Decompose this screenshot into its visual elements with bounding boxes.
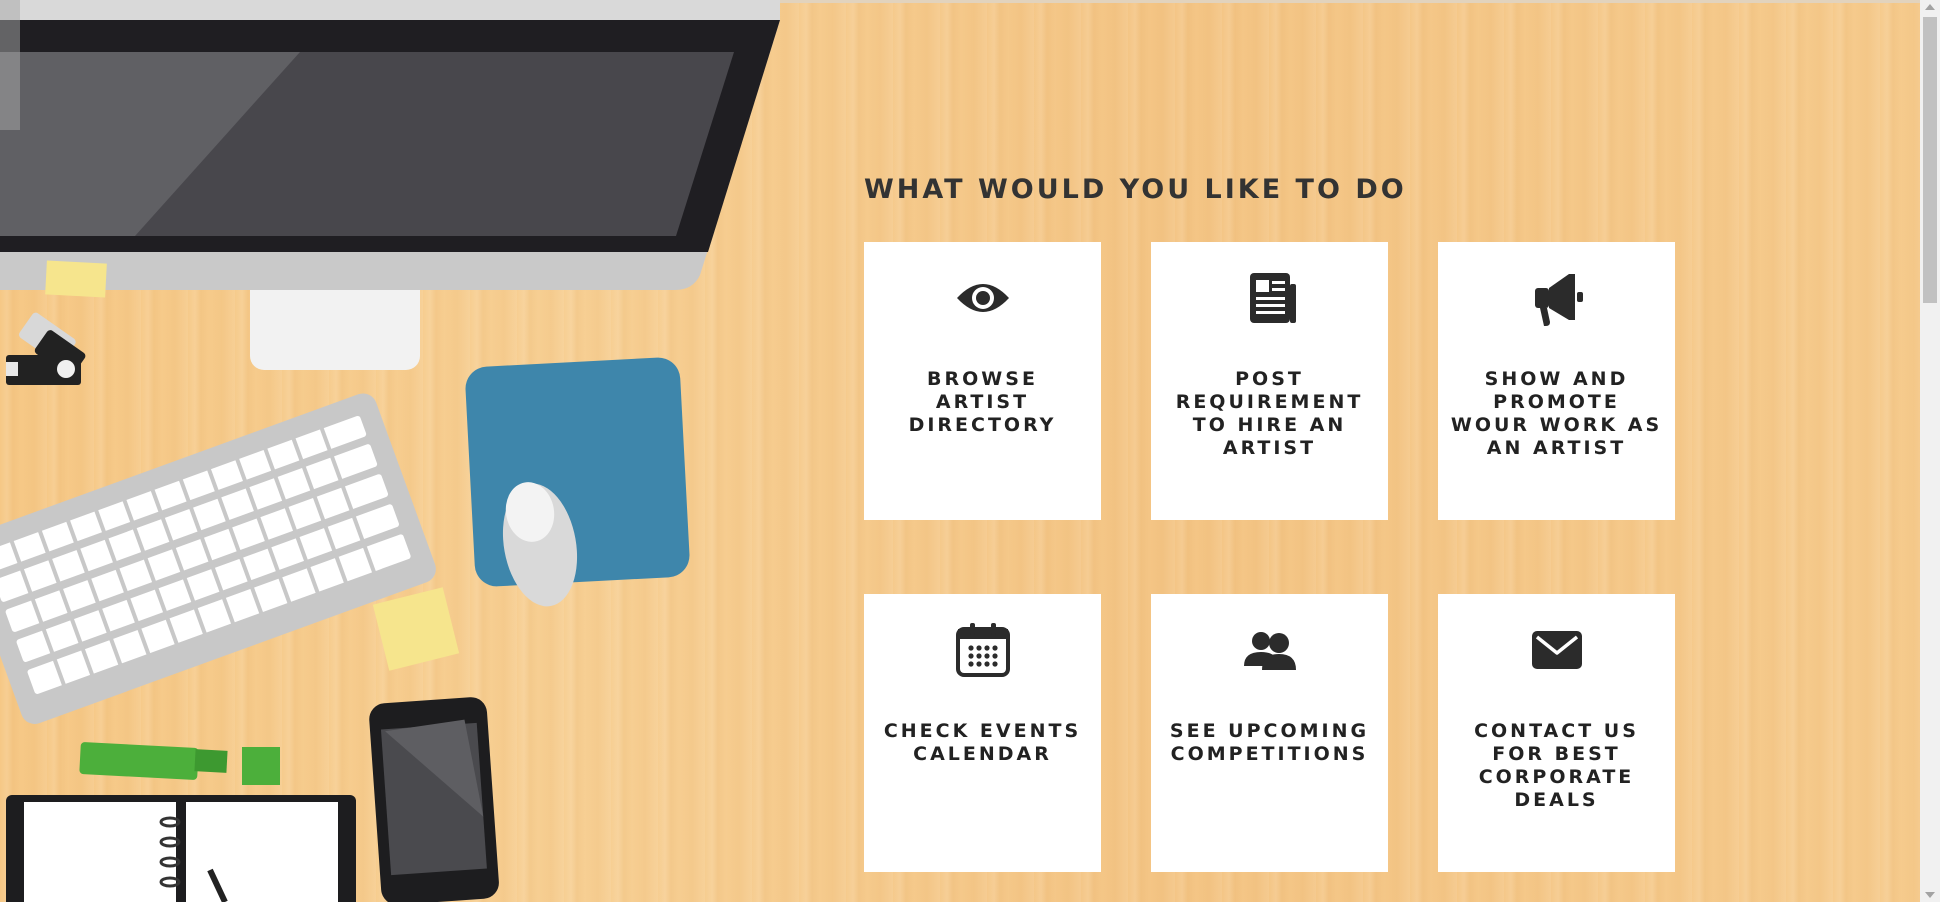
megaphone-icon: [1534, 274, 1583, 326]
card-label: SHOW AND PROMOTE WOUR WORK AS AN ARTIST: [1450, 368, 1663, 459]
eye-icon: [956, 284, 1009, 312]
monitor-illustration: [0, 0, 780, 370]
page: WHAT WOULD YOU LIKE TO DO BROWSE ARTIST …: [0, 0, 1940, 902]
card-label: SEE UPCOMING COMPETITIONS: [1169, 720, 1370, 765]
envelope-icon: [1531, 631, 1582, 669]
scroll-thumb[interactable]: [1923, 17, 1937, 303]
scroll-down-arrow-icon[interactable]: [1925, 892, 1935, 898]
users-icon: [1243, 632, 1296, 670]
calendar-icon: [955, 623, 1010, 677]
card-label: CHECK EVENTS CALENDAR: [883, 720, 1082, 765]
card-see-upcoming-competitions[interactable]: SEE UPCOMING COMPETITIONS: [1151, 594, 1388, 872]
main-content: WHAT WOULD YOU LIKE TO DO BROWSE ARTIST …: [864, 170, 1684, 872]
card-check-events-calendar[interactable]: CHECK EVENTS CALENDAR: [864, 594, 1101, 872]
page-heading: WHAT WOULD YOU LIKE TO DO: [864, 174, 1407, 205]
action-grid: BROWSE ARTIST DIRECTORY POST REQUIREMENT…: [864, 242, 1684, 872]
card-browse-artist-directory[interactable]: BROWSE ARTIST DIRECTORY: [864, 242, 1101, 520]
desk-illustration: [0, 0, 780, 902]
card-show-and-promote[interactable]: SHOW AND PROMOTE WOUR WORK AS AN ARTIST: [1438, 242, 1675, 520]
card-contact-us[interactable]: CONTACT US FOR BEST CORPORATE DEALS: [1438, 594, 1675, 872]
vertical-scrollbar[interactable]: [1920, 0, 1940, 902]
scroll-up-arrow-icon[interactable]: [1925, 4, 1935, 10]
card-label: CONTACT US FOR BEST CORPORATE DEALS: [1474, 720, 1639, 811]
card-label: POST REQUIREMENT TO HIRE AN ARTIST: [1175, 368, 1364, 459]
card-post-requirement[interactable]: POST REQUIREMENT TO HIRE AN ARTIST: [1151, 242, 1388, 520]
card-label: BROWSE ARTIST DIRECTORY: [908, 368, 1057, 436]
newspaper-icon: [1249, 273, 1296, 323]
